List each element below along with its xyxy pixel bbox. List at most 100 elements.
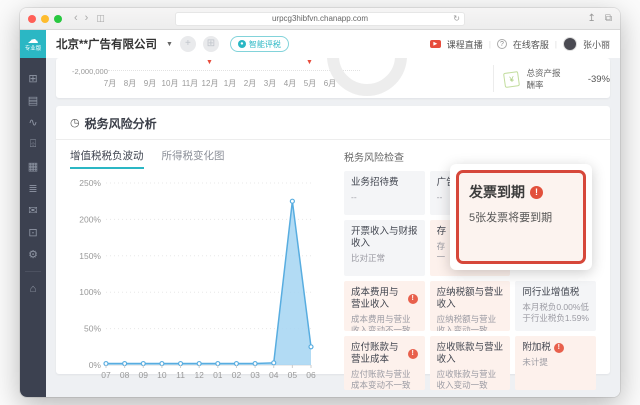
alert-marker-icon: ▼	[306, 59, 313, 66]
online-support-link[interactable]: 在线客服	[513, 38, 549, 51]
separator: |	[555, 40, 557, 49]
help-icon: ?	[497, 39, 507, 49]
bills-icon[interactable]: ≣	[22, 177, 44, 199]
svg-text:04: 04	[269, 370, 279, 380]
risk-cell-tax-vs-revenue[interactable]: 应纳税额与营业收入 应纳税额与营业收入变动一致	[430, 281, 511, 331]
svg-text:100%: 100%	[79, 287, 101, 297]
chart-tabs: 增值税税负波动 所得税变化图	[70, 148, 332, 169]
month-tick: 7月	[100, 78, 120, 89]
svg-text:200%: 200%	[79, 214, 101, 224]
svg-text:08: 08	[120, 370, 130, 380]
risk-check-panel: 税务风险检查 业务招待费 -- 广告与 --	[344, 148, 596, 390]
smart-tax-badge[interactable]: ● 智能评税	[230, 36, 289, 52]
chevron-down-icon[interactable]: ▼	[166, 41, 173, 48]
settings-icon[interactable]: ⚙	[22, 243, 44, 265]
content: -2,000,000 7月8月9月10月11月12月1月2月3月4月5月6月 ▼…	[46, 58, 620, 397]
month-tick: 2月	[240, 78, 260, 89]
store-icon[interactable]: ⌂	[22, 278, 44, 300]
sidebar-nav: ⊞▤∿⌹▦≣✉⊡⚙ ⌂	[22, 67, 44, 300]
message-icon[interactable]: ✉	[22, 199, 44, 221]
divider	[493, 65, 494, 92]
svg-text:50%: 50%	[84, 324, 101, 334]
month-tick: 9月	[140, 78, 160, 89]
month-tick: 12月	[200, 78, 220, 89]
month-tick: 1月	[220, 78, 240, 89]
share-icon[interactable]: ↥	[587, 13, 595, 24]
app-logo[interactable]: ☁ 专业版	[20, 30, 46, 58]
url-text: urpcg3hibfvn.chanapp.com	[272, 14, 368, 23]
invoice-icon[interactable]: ▤	[22, 89, 44, 111]
badge-label: 智能评税	[249, 39, 281, 50]
risk-cell-industry-vat[interactable]: 同行业增值税 本月税负0.00%低于行业税负1.59%	[515, 281, 596, 331]
forward-button[interactable]: ›	[85, 13, 89, 24]
kpi-return-on-assets: ¥ 总资产报酬率 -39%	[504, 67, 610, 91]
sidebar: ☁ 专业版 ⊞▤∿⌹▦≣✉⊡⚙ ⌂	[20, 30, 46, 397]
apps-grid-button[interactable]: ⊞	[203, 36, 219, 52]
popup-message: 5张发票将要到期	[469, 209, 573, 225]
risk-cell-invoice-income[interactable]: 开票收入与财报收入 比对正常	[344, 220, 425, 276]
live-course-link[interactable]: 课程直播	[447, 38, 483, 51]
month-axis: 7月8月9月10月11月12月1月2月3月4月5月6月	[100, 78, 340, 89]
month-tick: 5月	[300, 78, 320, 89]
svg-text:07: 07	[101, 370, 111, 380]
back-button[interactable]: ‹	[74, 13, 78, 24]
month-tick: 8月	[120, 78, 140, 89]
tabs-icon[interactable]: ⧉	[605, 13, 612, 24]
popup-title: 发票到期	[469, 182, 525, 202]
sidebar-toggle-icon[interactable]: ◫	[96, 13, 105, 24]
money-icon: ¥	[503, 70, 520, 87]
add-company-button[interactable]: +	[180, 36, 196, 52]
badge-icon: ●	[238, 40, 246, 48]
report-chart-icon[interactable]: ∿	[22, 111, 44, 133]
svg-text:150%: 150%	[79, 251, 101, 261]
alert-icon: !	[408, 349, 418, 359]
avatar[interactable]	[563, 37, 577, 51]
logo-edition-label: 专业版	[25, 47, 42, 53]
divider	[25, 271, 41, 272]
alert-icon: !	[554, 343, 564, 353]
alert-icon: !	[408, 294, 418, 304]
alert-icon: !	[530, 186, 543, 199]
svg-text:05: 05	[288, 370, 298, 380]
zoom-window-button[interactable]	[54, 15, 62, 23]
browser-window: ‹ › ◫ urpcg3hibfvn.chanapp.com ↻ ↥ ⧉ ☁ 专…	[20, 8, 620, 397]
address-bar[interactable]: urpcg3hibfvn.chanapp.com ↻	[175, 12, 465, 26]
ledger-icon[interactable]: ▦	[22, 155, 44, 177]
month-tick: 4月	[280, 78, 300, 89]
cloud-logo-icon: ☁	[28, 35, 39, 46]
app-root: ☁ 专业版 ⊞▤∿⌹▦≣✉⊡⚙⌂ 北京**广告有限公司 ▼ + ⊞ ● 智能评税…	[20, 30, 620, 397]
svg-text:250%: 250%	[79, 178, 101, 188]
gridline	[108, 70, 360, 71]
chart-panel: 增值税税负波动 所得税变化图 0%50%100%150%200%250%0708…	[70, 148, 332, 390]
tax-risk-card: ◷ 税务风险分析 增值税税负波动 所得税变化图 0%50%100%150%200…	[56, 106, 610, 374]
risk-analysis-icon: ◷	[70, 118, 80, 129]
tab-income-tax[interactable]: 所得税变化图	[162, 148, 225, 169]
invoice-expiry-popup: 发票到期 ! 5张发票将要到期	[450, 164, 592, 270]
main-area: 北京**广告有限公司 ▼ + ⊞ ● 智能评税 ▶ 课程直播 | ? 在线客服 …	[46, 30, 620, 397]
minimize-window-button[interactable]	[41, 15, 49, 23]
month-tick: 10月	[160, 78, 180, 89]
alert-marker-icon: ▼	[206, 59, 213, 66]
risk-cell-payables[interactable]: 应付账款与营业成本! 应付账款与营业成本变动不一致	[344, 336, 425, 390]
panel-title: 税务风险检查	[344, 149, 596, 164]
workbench-icon[interactable]: ⊞	[22, 67, 44, 89]
vat-burden-chart: 0%50%100%150%200%250%0708091011120102030…	[70, 175, 332, 386]
risk-cell-cost-vs-revenue[interactable]: 成本费用与营业收入! 成本费用与营业收入变动不一致	[344, 281, 425, 331]
risk-cell-surtax[interactable]: 附加税! 未计提	[515, 336, 596, 390]
risk-cell-receivables[interactable]: 应收账款与营业收入 应收账款与营业收入变动一致	[430, 336, 511, 390]
svg-text:10: 10	[157, 370, 167, 380]
window-controls[interactable]	[28, 15, 62, 23]
svg-text:06: 06	[306, 370, 316, 380]
check-icon[interactable]: ⊡	[22, 221, 44, 243]
risk-cell-entertainment[interactable]: 业务招待费 --	[344, 171, 425, 215]
user-name[interactable]: 张小丽	[583, 38, 610, 51]
separator: |	[489, 40, 491, 49]
live-tv-icon: ▶	[430, 40, 441, 48]
svg-text:03: 03	[250, 370, 260, 380]
refresh-icon[interactable]: ↻	[453, 14, 460, 23]
month-tick: 11月	[180, 78, 200, 89]
tax-icon[interactable]: ⌹	[22, 133, 44, 155]
close-window-button[interactable]	[28, 15, 36, 23]
tab-vat-burden[interactable]: 增值税税负波动	[70, 148, 144, 169]
company-selector[interactable]: 北京**广告有限公司	[56, 36, 157, 52]
